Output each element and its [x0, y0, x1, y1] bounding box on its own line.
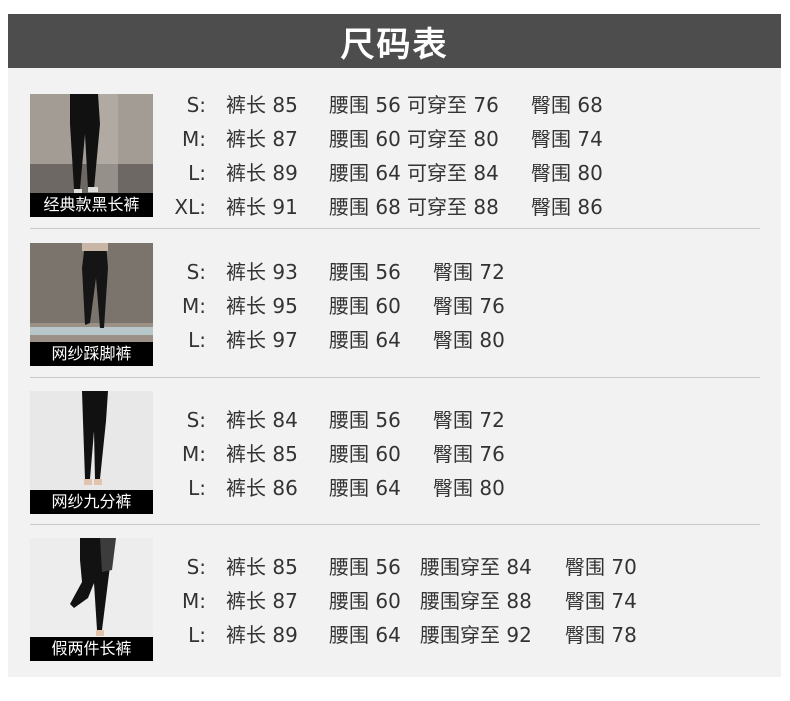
pants-length: 裤长 84	[226, 408, 298, 432]
pants-length: 裤长 93	[226, 260, 298, 284]
waist-max: 腰围穿至 92	[420, 623, 532, 647]
waist: 腰围 56	[329, 408, 401, 432]
size-label: M:	[182, 442, 206, 466]
hip: 臀围 72	[433, 408, 505, 432]
product-name: 网纱踩脚裤	[30, 342, 153, 366]
hip: 臀围 76	[433, 442, 505, 466]
pants-length: 裤长 85	[226, 93, 298, 117]
size-label: L:	[188, 623, 206, 647]
pants-length: 裤长 95	[226, 294, 298, 318]
size-row: L: 裤长 97 腰围 64 臀围 80	[144, 323, 744, 357]
waist-max: 可穿至 84	[407, 161, 499, 185]
size-row: L: 裤长 86 腰围 64 臀围 80	[144, 471, 744, 505]
waist-max: 可穿至 76	[407, 93, 499, 117]
product-section-4: 假两件长裤 S: 裤长 85 腰围 56 腰围穿至 84 臀围 70 M: 裤长…	[8, 525, 781, 677]
size-label: M:	[182, 294, 206, 318]
waist-max: 腰围穿至 84	[420, 555, 532, 579]
size-row: L: 裤长 89 腰围 64 可穿至 84 臀围 80	[144, 156, 744, 190]
size-label: M:	[182, 589, 206, 613]
size-label: XL:	[174, 195, 206, 219]
product-section-3: 网纱九分裤 S: 裤长 84 腰围 56 臀围 72 M: 裤长 85 腰围 6…	[8, 378, 781, 524]
size-row: S: 裤长 85 腰围 56 腰围穿至 84 臀围 70	[144, 550, 764, 584]
size-label: S:	[186, 408, 206, 432]
size-label: L:	[188, 161, 206, 185]
product-section-1: 经典款黑长裤 S: 裤长 85 腰围 56 可穿至 76 臀围 68 M: 裤长…	[8, 68, 781, 228]
size-label: L:	[188, 476, 206, 500]
pants-length: 裤长 97	[226, 328, 298, 352]
size-label: S:	[186, 93, 206, 117]
size-row: S: 裤长 93 腰围 56 臀围 72	[144, 255, 744, 289]
hip: 臀围 80	[531, 161, 603, 185]
waist: 腰围 60	[329, 294, 401, 318]
waist-max: 可穿至 80	[407, 127, 499, 151]
size-label: S:	[186, 555, 206, 579]
waist: 腰围 64	[329, 476, 401, 500]
product-section-2: 网纱踩脚裤 S: 裤长 93 腰围 56 臀围 72 M: 裤长 95 腰围 6…	[8, 229, 781, 377]
product-name: 假两件长裤	[30, 637, 153, 661]
pants-length: 裤长 85	[226, 555, 298, 579]
pants-length: 裤长 87	[226, 127, 298, 151]
hip: 臀围 70	[565, 555, 637, 579]
product-name: 网纱九分裤	[30, 490, 153, 514]
waist: 腰围 60	[329, 442, 401, 466]
waist: 腰围 60	[329, 589, 401, 613]
size-chart-panel: 经典款黑长裤 S: 裤长 85 腰围 56 可穿至 76 臀围 68 M: 裤长…	[8, 68, 781, 677]
product-image-4: 假两件长裤	[30, 538, 153, 661]
waist: 腰围 68	[329, 195, 401, 219]
hip: 臀围 68	[531, 93, 603, 117]
size-chart-header: 尺码表	[8, 14, 781, 68]
size-label: L:	[188, 328, 206, 352]
waist: 腰围 64	[329, 623, 401, 647]
page-title: 尺码表	[340, 24, 449, 65]
waist: 腰围 56	[329, 555, 401, 579]
product-image-3: 网纱九分裤	[30, 391, 153, 514]
size-label: M:	[182, 127, 206, 151]
pants-length: 裤长 89	[226, 161, 298, 185]
size-row: M: 裤长 87 腰围 60 可穿至 80 臀围 74	[144, 122, 744, 156]
size-row: M: 裤长 85 腰围 60 臀围 76	[144, 437, 744, 471]
waist: 腰围 60	[329, 127, 401, 151]
waist: 腰围 56	[329, 93, 401, 117]
waist: 腰围 64	[329, 328, 401, 352]
hip: 臀围 74	[565, 589, 637, 613]
waist-max: 腰围穿至 88	[420, 589, 532, 613]
hip: 臀围 76	[433, 294, 505, 318]
size-row: S: 裤长 84 腰围 56 臀围 72	[144, 403, 744, 437]
hip: 臀围 72	[433, 260, 505, 284]
hip: 臀围 78	[565, 623, 637, 647]
hip: 臀围 80	[433, 476, 505, 500]
waist: 腰围 64	[329, 161, 401, 185]
size-row: S: 裤长 85 腰围 56 可穿至 76 臀围 68	[144, 88, 744, 122]
waist-max: 可穿至 88	[407, 195, 499, 219]
product-name: 经典款黑长裤	[30, 193, 153, 217]
size-label: S:	[186, 260, 206, 284]
product-image-2: 网纱踩脚裤	[30, 243, 153, 366]
size-row: M: 裤长 95 腰围 60 臀围 76	[144, 289, 744, 323]
product-image-1: 经典款黑长裤	[30, 94, 153, 217]
pants-length: 裤长 86	[226, 476, 298, 500]
pants-length: 裤长 91	[226, 195, 298, 219]
waist: 腰围 56	[329, 260, 401, 284]
hip: 臀围 74	[531, 127, 603, 151]
hip: 臀围 80	[433, 328, 505, 352]
pants-length: 裤长 85	[226, 442, 298, 466]
size-row: XL: 裤长 91 腰围 68 可穿至 88 臀围 86	[144, 190, 744, 224]
hip: 臀围 86	[531, 195, 603, 219]
size-row: L: 裤长 89 腰围 64 腰围穿至 92 臀围 78	[144, 618, 764, 652]
pants-length: 裤长 87	[226, 589, 298, 613]
size-row: M: 裤长 87 腰围 60 腰围穿至 88 臀围 74	[144, 584, 764, 618]
pants-length: 裤长 89	[226, 623, 298, 647]
